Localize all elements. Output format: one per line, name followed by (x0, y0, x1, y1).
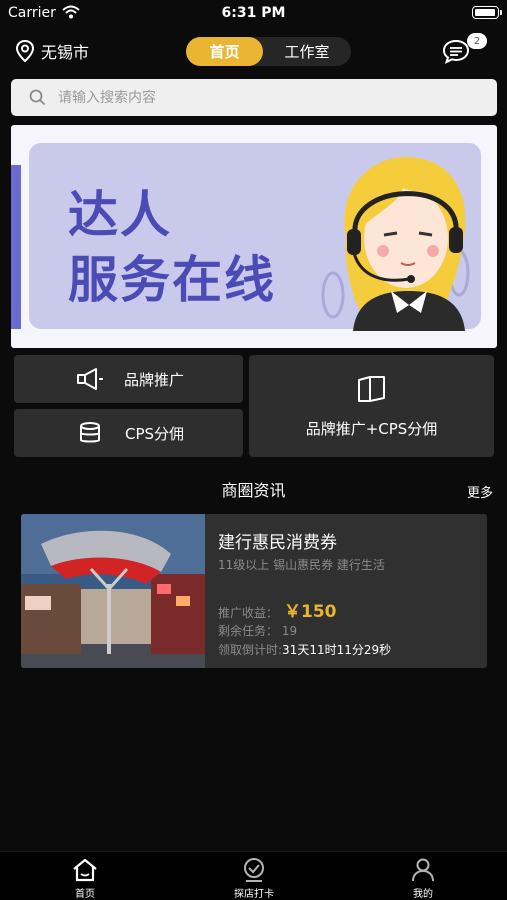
status-bar: Carrier 6:31 PM (0, 0, 507, 27)
tab-bar-checkin-label: 探店打卡 (234, 889, 274, 900)
income-label: 推广收益： (218, 606, 279, 620)
tab-bar-checkin[interactable]: 探店打卡 (199, 852, 309, 900)
section-title: 商圈资讯 (221, 481, 286, 500)
location-pin-icon (15, 39, 35, 63)
profile-icon (412, 858, 434, 882)
tasks-row: 剩余任务： 19 (218, 622, 297, 639)
news-card[interactable]: 建行惠民消费券 11级以上 锡山惠民券 建行生活 推广收益： ￥150 剩余任务：… (21, 514, 487, 668)
more-link[interactable]: 更多 (467, 482, 493, 501)
tab-home[interactable]: 首页 (186, 37, 263, 66)
mall-photo (21, 514, 205, 668)
message-count-badge: 2 (467, 33, 487, 49)
banner-title-line1: 达人 (68, 186, 172, 244)
brand-plus-cps-button[interactable]: 品牌推广+CPS分佣 (249, 355, 494, 457)
income-row: 推广收益： ￥150 (218, 597, 337, 622)
tasks-label: 剩余任务： (218, 624, 279, 638)
home-icon (73, 858, 97, 882)
clock: 6:31 PM (221, 5, 286, 21)
news-item-tags: 11级以上 锡山惠民券 建行生活 (218, 558, 385, 572)
brand-promotion-label: 品牌推广 (124, 370, 185, 389)
tab-bar-home-label: 首页 (75, 889, 95, 900)
brand-plus-cps-label: 品牌推广+CPS分佣 (305, 419, 438, 438)
tab-bar-profile-label: 我的 (413, 889, 433, 900)
location-selector[interactable]: 无锡市 (14, 38, 89, 64)
cps-commission-button[interactable]: CPS分佣 (14, 409, 243, 457)
countdown-value: 31天11时11分29秒 (282, 643, 392, 657)
search-input[interactable] (58, 79, 478, 116)
city-label: 无锡市 (41, 43, 90, 62)
home-studio-switch: 首页 工作室 (186, 37, 351, 66)
promo-banner[interactable]: 达人 服务在线 (11, 125, 497, 348)
battery-icon (472, 6, 502, 19)
news-item-title: 建行惠民消费券 (218, 533, 337, 553)
checkin-icon (244, 858, 264, 882)
tasks-value: 19 (281, 624, 298, 638)
income-value: ￥150 (284, 602, 337, 622)
tab-bar-home[interactable]: 首页 (30, 852, 140, 900)
database-icon (80, 422, 100, 443)
countdown-label: 领取倒计时: (218, 643, 283, 657)
megaphone-icon (77, 368, 103, 390)
countdown-row: 领取倒计时:31天11时11分29秒 (218, 641, 391, 658)
search-icon (29, 89, 46, 106)
brand-promotion-button[interactable]: 品牌推广 (14, 355, 243, 403)
cps-commission-label: CPS分佣 (125, 424, 185, 443)
bottom-tab-bar: 首页 探店打卡 我的 (0, 851, 507, 900)
search-bar (11, 79, 497, 116)
tab-studio[interactable]: 工作室 (263, 37, 351, 66)
banner-title-line2: 服务在线 (68, 251, 276, 309)
tab-bar-profile[interactable]: 我的 (368, 852, 478, 900)
book-icon (357, 375, 385, 402)
